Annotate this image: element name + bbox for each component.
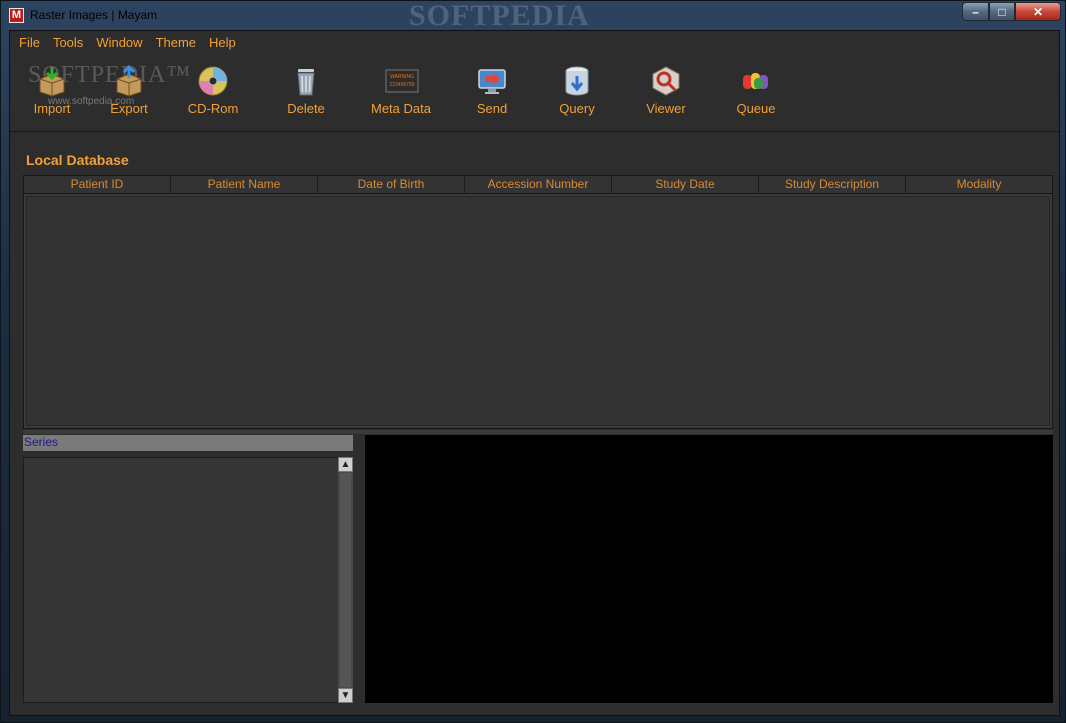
menu-tools[interactable]: Tools <box>47 31 90 54</box>
title-bar[interactable]: SOFTPEDIA M Raster Images | Mayam – □ ✕ <box>1 0 1066 32</box>
cd-rom-icon <box>197 65 229 97</box>
toolbar: SOFTPEDIA™ www.softpedia.com Import Expo… <box>10 54 1059 132</box>
send-icon <box>476 65 508 97</box>
export-label: Export <box>110 101 148 116</box>
queue-label: Queue <box>736 101 776 116</box>
export-box-icon <box>113 64 145 97</box>
queue-button[interactable]: Queue <box>716 61 796 116</box>
title-brand-overlay: SOFTPEDIA <box>409 0 590 32</box>
menu-help[interactable]: Help <box>203 31 243 54</box>
delete-label: Delete <box>287 101 325 116</box>
close-button[interactable]: ✕ <box>1015 2 1061 21</box>
import-box-icon <box>36 65 68 97</box>
series-list[interactable] <box>23 457 339 703</box>
series-header: Series <box>23 435 353 451</box>
window-title: Raster Images | Mayam <box>30 8 158 22</box>
column-header-date-of-birth[interactable]: Date of Birth <box>318 176 465 193</box>
delete-button[interactable]: Delete <box>266 61 346 116</box>
query-button[interactable]: Query <box>537 61 617 116</box>
viewer-button[interactable]: Viewer <box>626 61 706 116</box>
export-button[interactable]: Export <box>89 61 169 116</box>
meta-data-label: Meta Data <box>371 101 431 116</box>
maximize-button[interactable]: □ <box>989 2 1015 21</box>
scroll-down-button[interactable]: ▼ <box>338 688 353 703</box>
database-query-icon <box>561 65 593 97</box>
viewer-icon <box>650 65 682 97</box>
table-body[interactable] <box>26 196 1050 426</box>
import-label: Import <box>33 101 71 116</box>
local-database-title: Local Database <box>26 152 129 168</box>
column-header-patient-name[interactable]: Patient Name <box>171 176 318 193</box>
svg-text:WARNING: WARNING <box>390 74 414 80</box>
window-controls: – □ ✕ <box>962 2 1061 22</box>
column-header-accession-number[interactable]: Accession Number <box>465 176 612 193</box>
metadata-icon: WARNING 123456789 <box>385 65 419 97</box>
minimize-button[interactable]: – <box>962 2 989 21</box>
table-header: Patient ID Patient Name Date of Birth Ac… <box>24 176 1052 194</box>
app-icon[interactable]: M <box>9 8 24 23</box>
trash-icon <box>290 65 322 97</box>
column-header-modality[interactable]: Modality <box>906 176 1052 193</box>
cd-rom-button[interactable]: CD-Rom <box>173 61 253 116</box>
menu-bar: File Tools Window Theme Help <box>10 31 1059 54</box>
meta-data-button[interactable]: WARNING 123456789 Meta Data <box>361 61 441 116</box>
column-header-patient-id[interactable]: Patient ID <box>24 176 171 193</box>
image-viewer-pane[interactable] <box>365 435 1053 703</box>
scroll-track[interactable] <box>340 473 351 687</box>
horizontal-splitter[interactable] <box>23 430 1053 434</box>
cd-rom-label: CD-Rom <box>187 101 239 116</box>
send-label: Send <box>476 101 508 116</box>
send-button[interactable]: Send <box>452 61 532 116</box>
query-label: Query <box>559 101 595 116</box>
svg-text:123456789: 123456789 <box>389 82 414 88</box>
client-area: File Tools Window Theme Help SOFTPEDIA™ … <box>9 30 1060 716</box>
menu-file[interactable]: File <box>13 31 47 54</box>
series-scrollbar[interactable]: ▲ ▼ <box>338 457 353 703</box>
scroll-up-button[interactable]: ▲ <box>338 457 353 472</box>
viewer-label: Viewer <box>646 101 686 116</box>
application-window: SOFTPEDIA M Raster Images | Mayam – □ ✕ … <box>0 0 1066 723</box>
menu-theme[interactable]: Theme <box>150 31 203 54</box>
import-button[interactable]: Import <box>12 61 92 116</box>
menu-window[interactable]: Window <box>90 31 149 54</box>
local-database-table[interactable]: Patient ID Patient Name Date of Birth Ac… <box>23 175 1053 429</box>
column-header-study-description[interactable]: Study Description <box>759 176 906 193</box>
column-header-study-date[interactable]: Study Date <box>612 176 759 193</box>
queue-icon <box>740 65 772 97</box>
